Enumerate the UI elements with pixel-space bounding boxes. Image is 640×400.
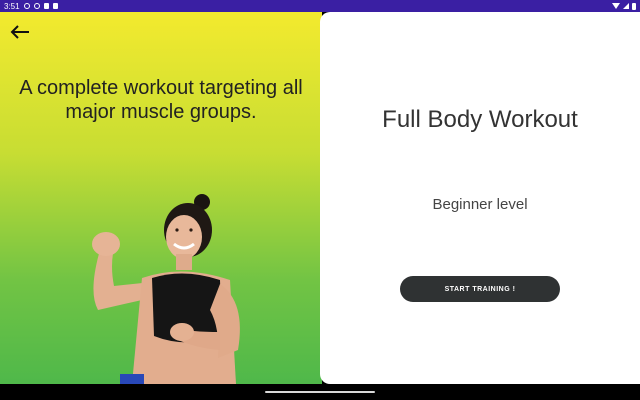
back-button[interactable] <box>9 24 31 40</box>
navigation-bar <box>0 384 640 400</box>
workout-card: Full Body Workout Beginner level START T… <box>320 12 640 384</box>
arrow-left-icon <box>10 25 29 39</box>
status-bar: 3:51 <box>0 0 640 12</box>
alarm-icon <box>23 3 30 9</box>
battery-icon <box>632 2 636 10</box>
workout-tagline: A complete workout targeting all major m… <box>19 77 303 123</box>
signal-icon <box>623 3 629 9</box>
wifi-icon <box>612 3 620 9</box>
status-time: 3:51 <box>4 1 20 11</box>
athlete-image <box>92 194 240 384</box>
sim-icon <box>43 3 49 9</box>
home-gesture-handle[interactable] <box>265 391 375 393</box>
difficulty-level: Beginner level <box>432 196 528 213</box>
hero-panel: A complete workout targeting all major m… <box>0 12 322 384</box>
vpn-icon <box>33 3 40 9</box>
notification-icon <box>52 3 58 9</box>
workout-title: Full Body Workout <box>382 106 578 133</box>
start-training-button[interactable]: START TRAINING ! <box>400 276 560 302</box>
